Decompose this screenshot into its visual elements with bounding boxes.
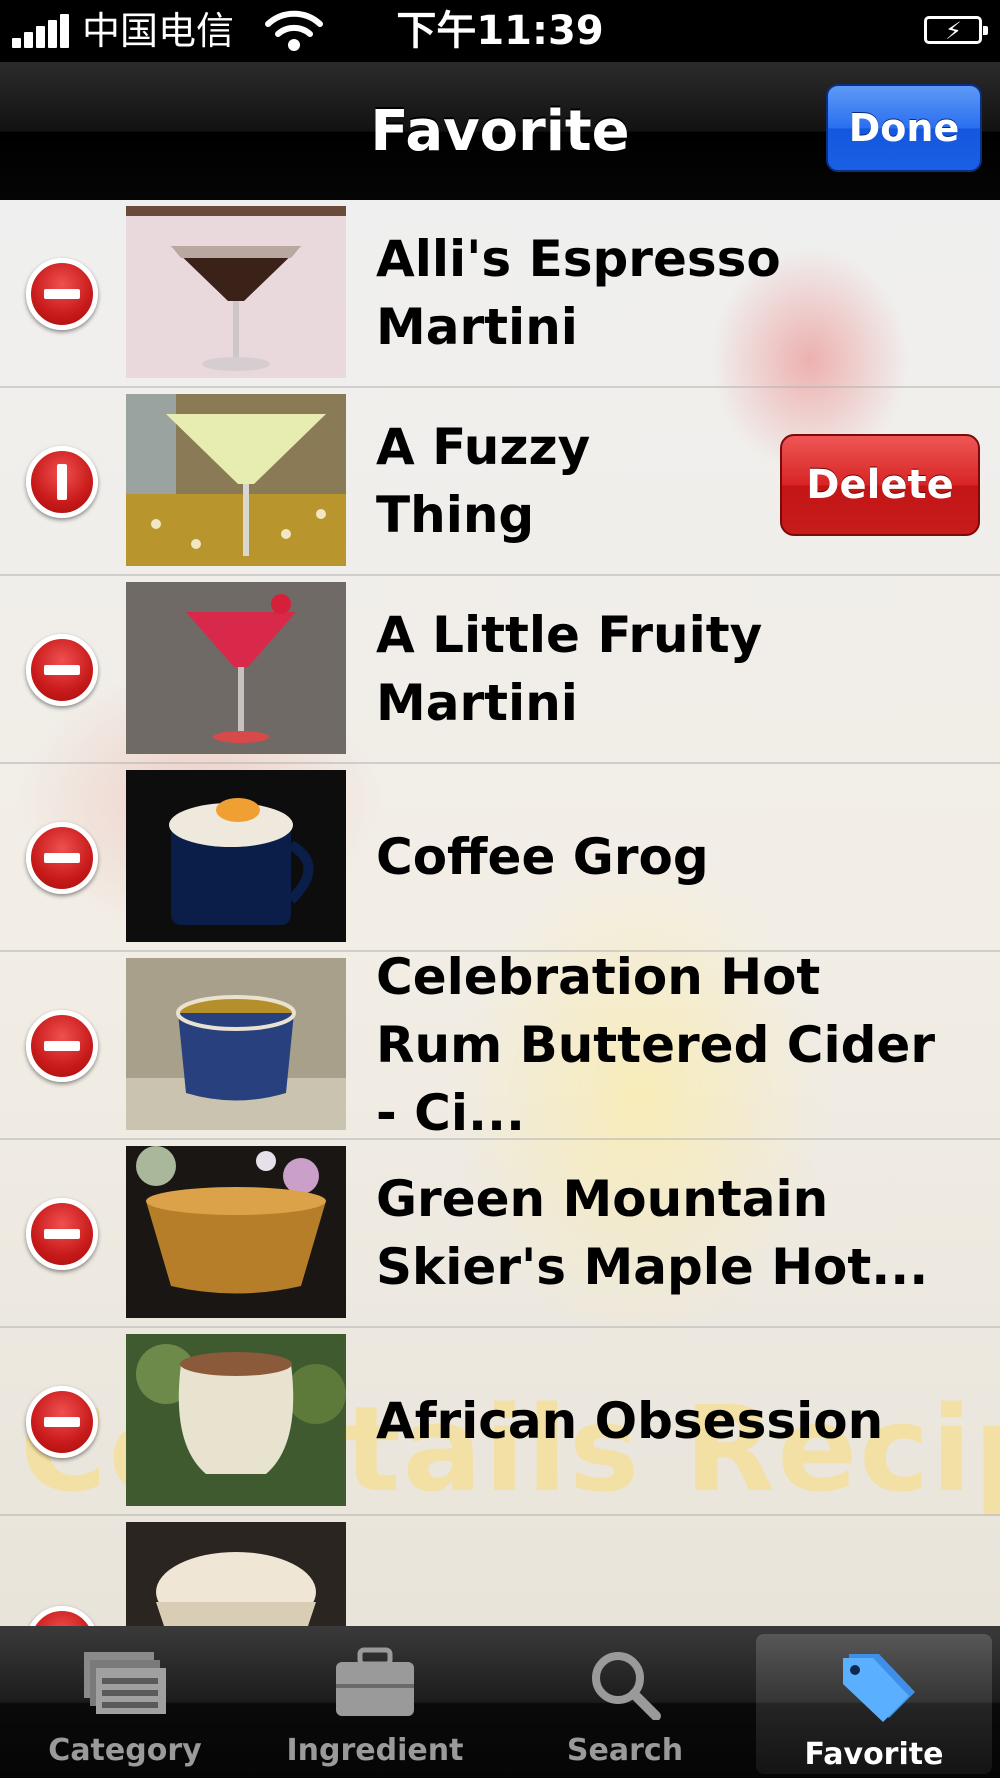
tab-search[interactable]: Search <box>500 1626 750 1778</box>
delete-toggle-button[interactable] <box>26 258 98 330</box>
list-item[interactable]: African Obsession <box>0 1328 1000 1516</box>
list-item[interactable]: Alli's Espresso Martini <box>0 200 1000 388</box>
african-obsession-thumbnail <box>126 1334 346 1506</box>
espresso-martini-thumbnail <box>126 206 346 378</box>
tab-ingredient[interactable]: Ingredient <box>250 1626 500 1778</box>
fuzzy-thing-thumbnail <box>126 394 346 566</box>
delete-toggle-button[interactable] <box>26 822 98 894</box>
delete-toggle-button[interactable] <box>26 1010 98 1082</box>
delete-toggle-button[interactable] <box>26 1386 98 1458</box>
tab-label: Ingredient <box>286 1733 464 1768</box>
status-time: 下午11:39 <box>396 8 604 54</box>
maple-hot-thumbnail <box>126 1146 346 1318</box>
list-item[interactable]: After Dinner Mint <box>0 1516 1000 1626</box>
item-title: After Dinner Mint <box>376 1556 956 1626</box>
list-item[interactable]: A Fuzzy Thing Delete <box>0 388 1000 576</box>
coffee-grog-thumbnail <box>126 770 346 942</box>
fruity-martini-thumbnail <box>126 582 346 754</box>
item-title: Coffee Grog <box>376 828 709 886</box>
after-dinner-mint-thumbnail <box>126 1522 346 1626</box>
navigation-bar: Favorite Done <box>0 62 1000 202</box>
hot-rum-cider-thumbnail <box>126 958 346 1130</box>
tab-label: Favorite <box>804 1737 944 1772</box>
item-title: A Little Fruity Martini <box>376 606 763 732</box>
list-item[interactable]: Green Mountain Skier's Maple Hot... <box>0 1140 1000 1328</box>
done-button[interactable]: Done <box>826 84 982 172</box>
tab-favorite[interactable]: Favorite <box>756 1634 992 1774</box>
battery-icon: ⚡ <box>924 16 988 45</box>
delete-toggle-button[interactable] <box>26 1606 98 1626</box>
tab-category[interactable]: Category <box>0 1626 250 1778</box>
delete-toggle-button[interactable] <box>26 634 98 706</box>
item-title: African Obsession <box>376 1392 884 1450</box>
delete-button[interactable]: Delete <box>780 434 980 536</box>
tab-label: Search <box>566 1733 684 1768</box>
favorites-list[interactable]: Cocktails Recipes Alli's Espresso Martin… <box>0 200 1000 1626</box>
delete-toggle-button[interactable] <box>26 1198 98 1270</box>
status-bar: 中国电信 下午11:39 ⚡ <box>0 0 1000 62</box>
item-title: Alli's Espresso Martini <box>376 230 781 356</box>
search-icon <box>592 1652 661 1720</box>
tab-bar: Category Ingredient Search Favorite <box>0 1626 1000 1778</box>
item-title: Green Mountain Skier's Maple Hot... <box>376 1170 929 1296</box>
briefcase-icon <box>336 1647 414 1716</box>
category-icon <box>84 1652 166 1714</box>
item-title: A Fuzzy Thing <box>376 418 591 544</box>
item-title: Celebration Hot Rum Buttered Cider - Ci.… <box>376 948 935 1142</box>
list-item[interactable]: A Little Fruity Martini <box>0 576 1000 764</box>
list-item[interactable]: Celebration Hot Rum Buttered Cider - Ci.… <box>0 948 1000 1142</box>
tab-label: Category <box>48 1733 202 1768</box>
delete-toggle-button[interactable] <box>26 446 98 518</box>
list-item[interactable]: Coffee Grog <box>0 764 1000 952</box>
tag-icon <box>843 1654 915 1722</box>
